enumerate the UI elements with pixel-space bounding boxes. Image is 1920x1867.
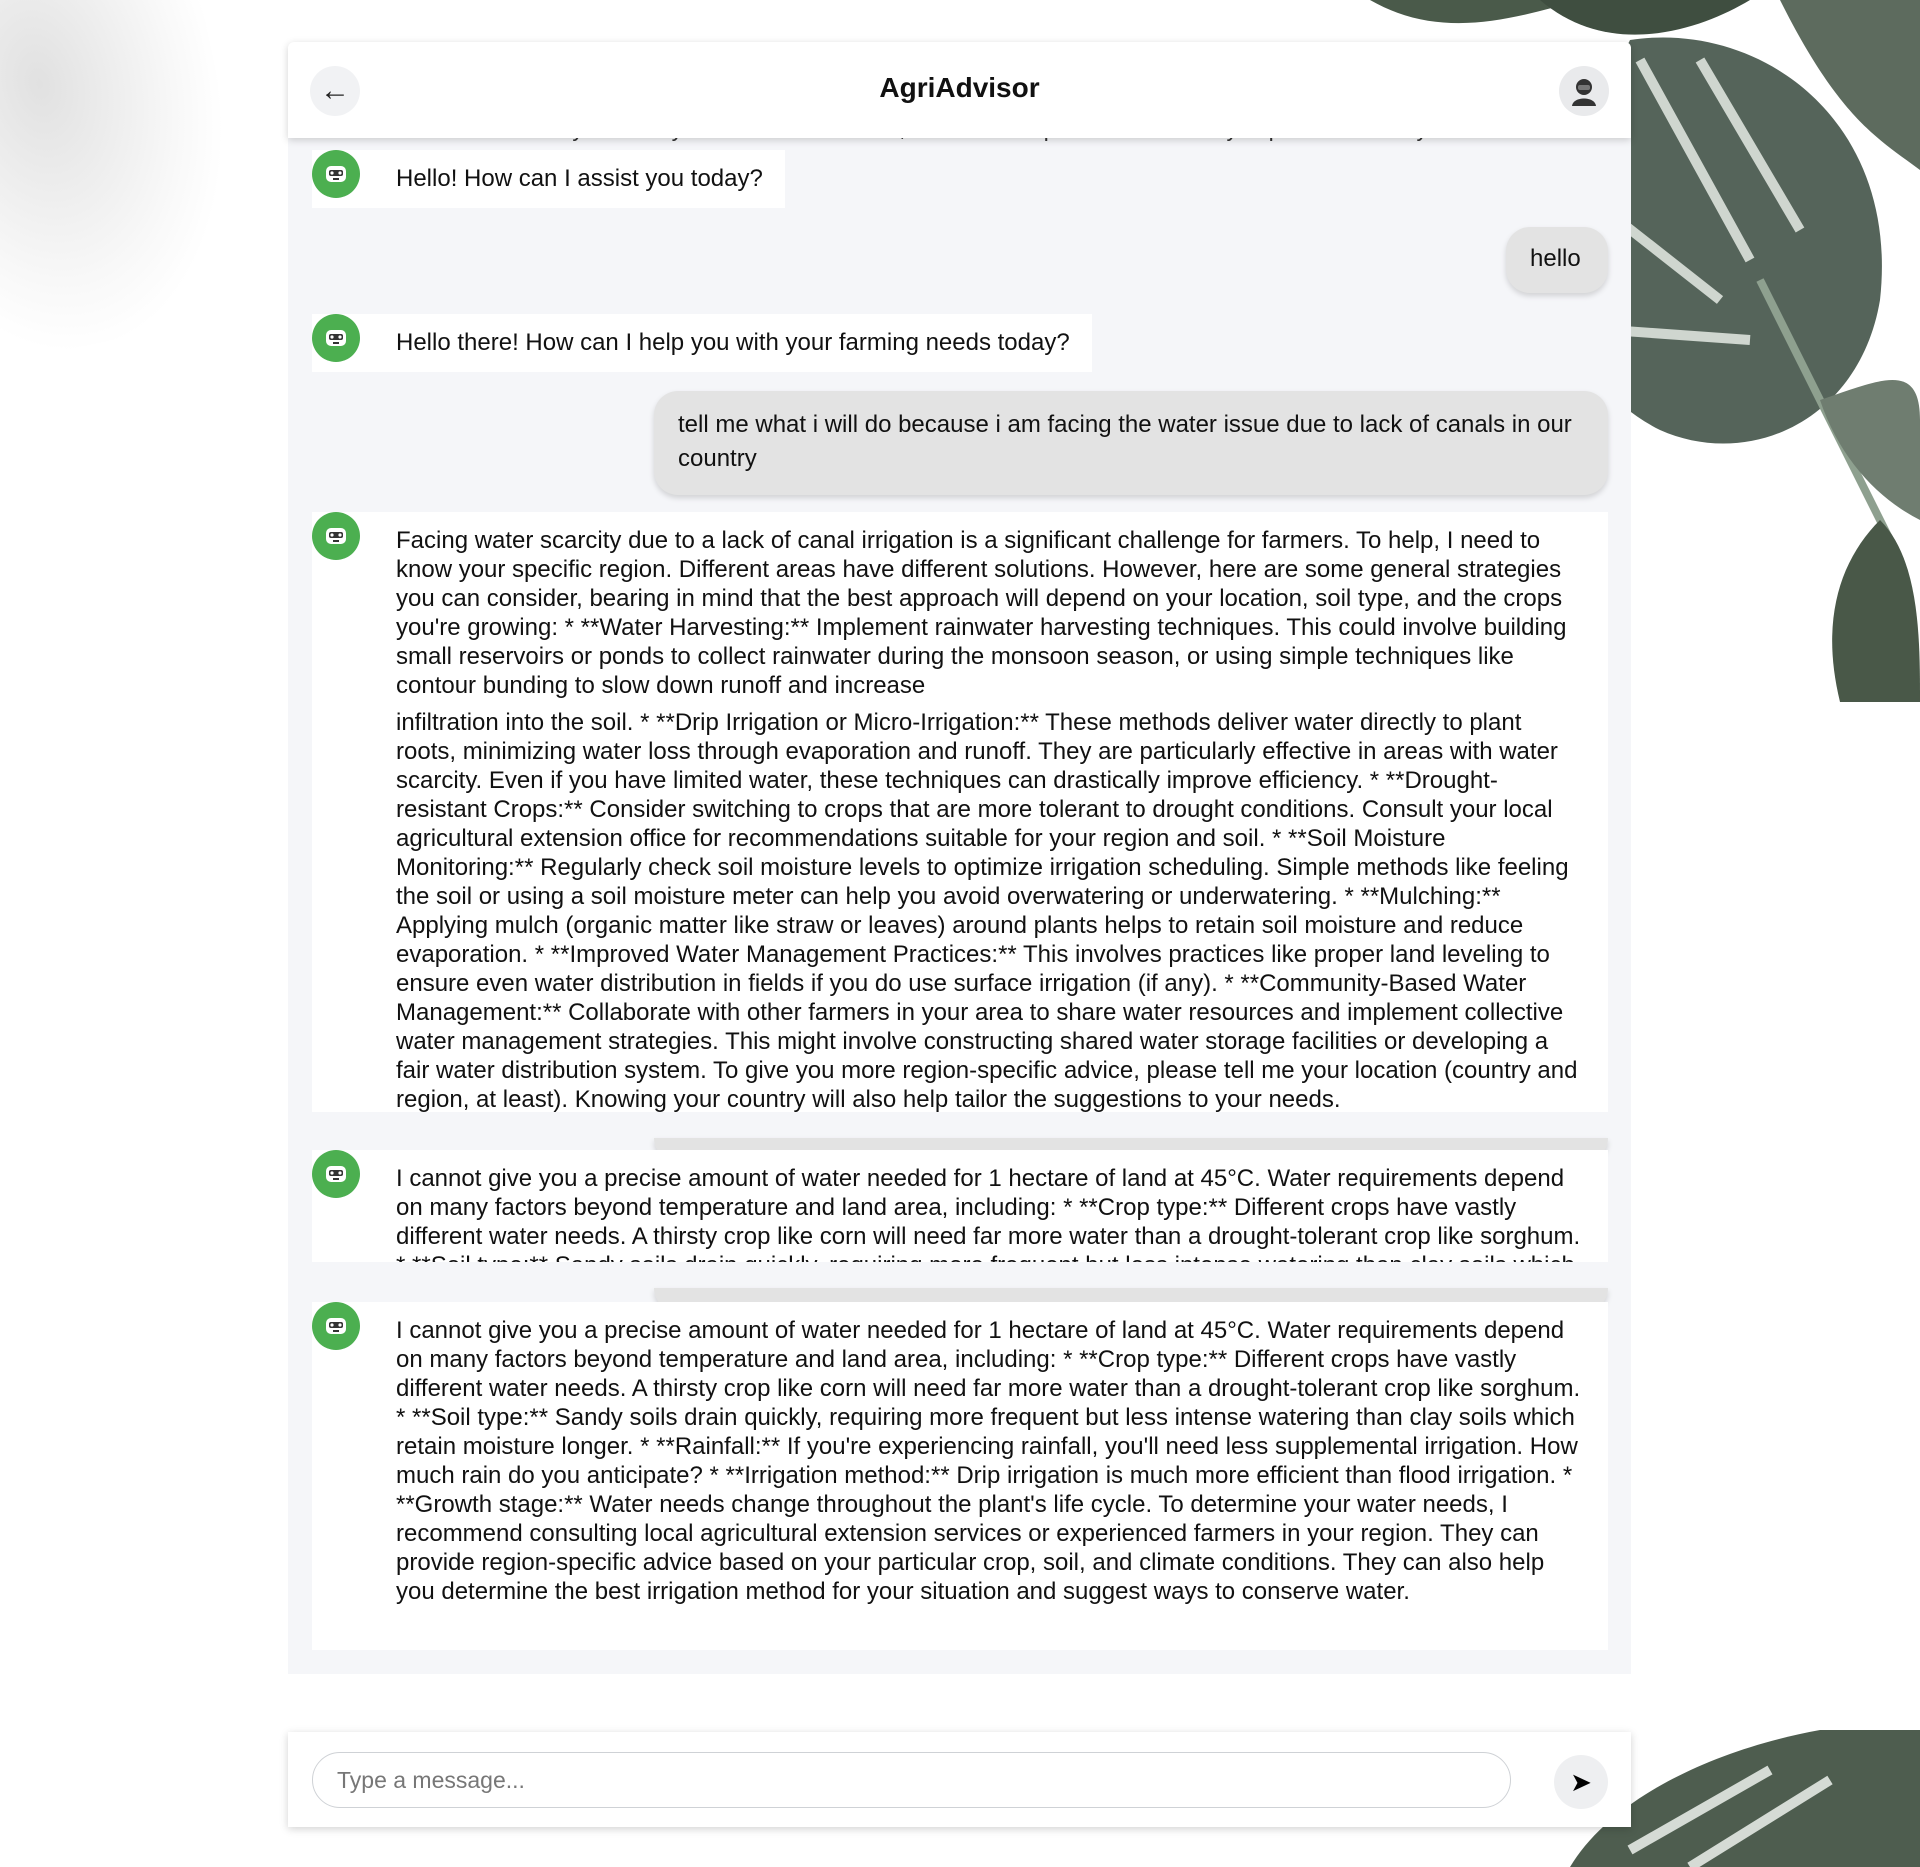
user-bubble: hello	[1506, 227, 1608, 293]
bot-bubble: Facing water scarcity due to a lack of c…	[312, 512, 1608, 714]
user-avatar-icon	[1572, 79, 1596, 106]
app-header: ← AgriAdvisor	[288, 42, 1631, 138]
robot-icon	[312, 1302, 360, 1350]
user-bubble: tell me what i will do because i am faci…	[654, 391, 1608, 495]
bot-bubble: I cannot give you a precise amount of wa…	[312, 1150, 1608, 1262]
bot-message: I cannot give you a precise amount of wa…	[312, 1302, 1608, 1650]
bot-message: Facing water scarcity due to a lack of c…	[312, 512, 1608, 1112]
background-smudge	[0, 0, 267, 364]
bot-bubble: Hello! How can I assist you today?	[312, 150, 785, 208]
bot-message: Hello! How can I assist you today?	[312, 150, 1607, 208]
app-title: AgriAdvisor	[879, 72, 1040, 103]
send-button[interactable]: ➤	[1554, 1755, 1608, 1809]
send-icon: ➤	[1570, 1766, 1592, 1797]
bot-message: Hello there! How can I help you with you…	[312, 314, 1607, 372]
robot-icon	[312, 150, 360, 198]
profile-button[interactable]	[1559, 66, 1609, 116]
chat-app-window: ← AgriAdvisor with water scarcity. Even …	[288, 42, 1631, 1827]
chat-messages[interactable]: Hello! How can I assist you today? hello…	[288, 138, 1631, 1674]
bot-bubble: Hello there! How can I help you with you…	[312, 314, 1092, 372]
message-composer: ➤	[288, 1732, 1631, 1827]
bot-message: I cannot give you a precise amount of wa…	[312, 1150, 1608, 1262]
bot-bubble: I cannot give you a precise amount of wa…	[312, 1302, 1608, 1650]
bot-bubble-continued: infiltration into the soil. * **Drip Irr…	[312, 708, 1608, 1112]
robot-icon	[312, 314, 360, 362]
robot-icon	[312, 1150, 360, 1198]
message-input[interactable]	[312, 1752, 1511, 1808]
robot-icon	[312, 512, 360, 560]
